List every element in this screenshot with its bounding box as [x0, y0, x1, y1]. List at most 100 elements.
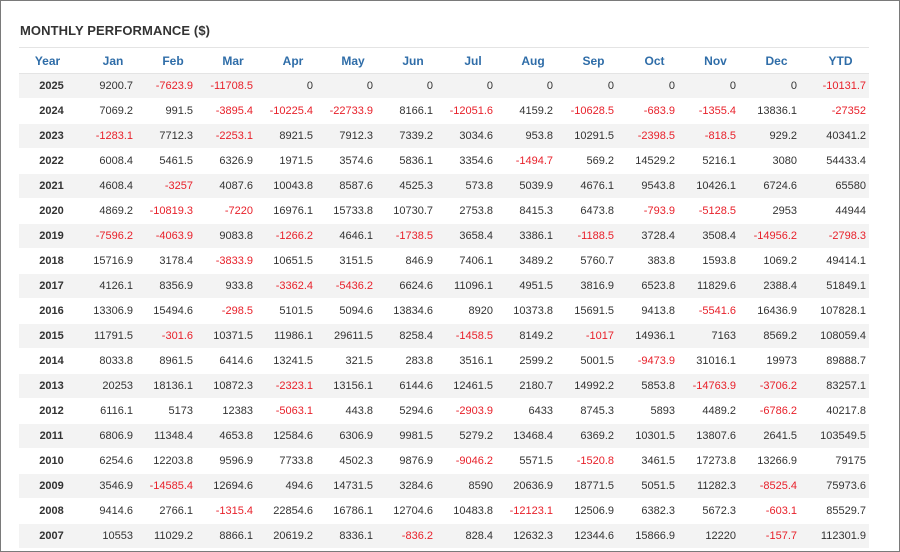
performance-panel: MONTHLY PERFORMANCE ($) Year Jan Feb Mar Apr…	[0, 0, 900, 552]
month-cell-aug: 4951.5	[496, 273, 556, 299]
month-cell-jul: 3658.4	[436, 223, 496, 249]
month-cell-jun: 3284.6	[376, 473, 436, 499]
month-cell-sep: 15691.5	[556, 298, 617, 324]
column-header-jun: Jun	[376, 47, 436, 74]
month-cell-may: -22733.9	[316, 98, 376, 124]
month-cell-may: 29611.5	[316, 323, 376, 349]
month-cell-mar: -2253.1	[196, 123, 256, 149]
month-cell-may: 0	[316, 73, 376, 99]
month-cell-jan: 4608.4	[76, 173, 136, 199]
month-cell-oct: 9543.8	[617, 173, 678, 199]
month-cell-nov: 11829.6	[678, 273, 739, 299]
table-row: 2024 7069.2 991.5 -3895.4 -10225.4 -22733.9 81…	[19, 98, 869, 124]
month-cell-oct: 3461.5	[617, 448, 678, 474]
month-cell-nov: 5672.3	[678, 498, 739, 524]
year-cell: 2023	[19, 123, 76, 149]
month-cell-jan: 7069.2	[76, 98, 136, 124]
month-cell-nov: 13807.6	[678, 423, 739, 449]
month-cell-sep: 5760.7	[556, 248, 617, 274]
column-header-apr: Apr	[256, 47, 316, 74]
ytd-cell: 54433.4	[800, 148, 869, 174]
ytd-cell: 40217.8	[800, 398, 869, 424]
month-cell-oct: 5853.8	[617, 373, 678, 399]
month-cell-feb: 18136.1	[136, 373, 196, 399]
month-cell-jan: 4869.2	[76, 198, 136, 224]
month-cell-feb: -7623.9	[136, 73, 196, 99]
month-cell-feb: 11348.4	[136, 423, 196, 449]
table-row: 2020 4869.2 -10819.3 -7220 16976.1 15733.8 107…	[19, 198, 869, 224]
month-cell-mar: 4087.6	[196, 173, 256, 199]
month-cell-sep: 18771.5	[556, 473, 617, 499]
month-cell-dec: 8569.2	[739, 323, 800, 349]
month-cell-may: 15733.8	[316, 198, 376, 224]
month-cell-sep: 0	[556, 73, 617, 99]
column-header-ytd: YTD	[800, 47, 869, 74]
month-cell-dec: -6786.2	[739, 398, 800, 424]
year-cell: 2015	[19, 323, 76, 349]
month-cell-nov: -1355.4	[678, 98, 739, 124]
month-cell-aug: 10373.8	[496, 298, 556, 324]
month-cell-jan: 9200.7	[76, 73, 136, 99]
year-cell: 2008	[19, 498, 76, 524]
ytd-cell: 75973.6	[800, 473, 869, 499]
month-cell-feb: -4063.9	[136, 223, 196, 249]
ytd-cell: 44944	[800, 198, 869, 224]
table-row: 2025 9200.7 -7623.9 -11708.5 0 0 0 0 0 0 0 0 0 -10131…	[19, 73, 869, 99]
year-cell: 2016	[19, 298, 76, 324]
month-cell-apr: -3362.4	[256, 273, 316, 299]
month-cell-apr: -1266.2	[256, 223, 316, 249]
year-cell: 2019	[19, 223, 76, 249]
ytd-cell: 83257.1	[800, 373, 869, 399]
month-cell-feb: 8356.9	[136, 273, 196, 299]
month-cell-jan: 10553	[76, 523, 136, 549]
monthly-performance-table: Year Jan Feb Mar Apr May Jun Jul Aug Sep Oct Nov Dec…	[19, 47, 869, 549]
table-row: 2021 4608.4 -3257 4087.6 10043.8 8587.6 4525.3…	[19, 173, 869, 199]
month-cell-jul: 2753.8	[436, 198, 496, 224]
month-cell-nov: 31016.1	[678, 348, 739, 374]
month-cell-jun: 9981.5	[376, 423, 436, 449]
month-cell-apr: -5063.1	[256, 398, 316, 424]
month-cell-may: 4502.3	[316, 448, 376, 474]
month-cell-jun: 8166.1	[376, 98, 436, 124]
month-cell-aug: 2599.2	[496, 348, 556, 374]
ytd-cell: 108059.4	[800, 323, 869, 349]
column-header-jan: Jan	[76, 47, 136, 74]
month-cell-apr: 22854.6	[256, 498, 316, 524]
month-cell-nov: 12220	[678, 523, 739, 549]
month-cell-jul: 3034.6	[436, 123, 496, 149]
ytd-cell: 112301.9	[800, 523, 869, 549]
month-cell-may: 4646.1	[316, 223, 376, 249]
month-cell-jan: 4126.1	[76, 273, 136, 299]
month-cell-sep: -10628.5	[556, 98, 617, 124]
column-header-feb: Feb	[136, 47, 196, 74]
month-cell-apr: 13241.5	[256, 348, 316, 374]
month-cell-sep: 4676.1	[556, 173, 617, 199]
month-cell-jan: 6116.1	[76, 398, 136, 424]
month-cell-jul: -2903.9	[436, 398, 496, 424]
month-cell-nov: 3508.4	[678, 223, 739, 249]
month-cell-aug: 20636.9	[496, 473, 556, 499]
month-cell-apr: 10651.5	[256, 248, 316, 274]
month-cell-aug: 0	[496, 73, 556, 99]
column-header-jul: Jul	[436, 47, 496, 74]
year-cell: 2012	[19, 398, 76, 424]
month-cell-feb: 7712.3	[136, 123, 196, 149]
ytd-cell: 89888.7	[800, 348, 869, 374]
month-cell-jan: 20253	[76, 373, 136, 399]
month-cell-feb: 15494.6	[136, 298, 196, 324]
month-cell-nov: 1593.8	[678, 248, 739, 274]
table-row: 2011 6806.9 11348.4 4653.8 12584.6 6306.9 9981…	[19, 423, 869, 449]
month-cell-sep: 10291.5	[556, 123, 617, 149]
month-cell-apr: 12584.6	[256, 423, 316, 449]
month-cell-mar: 10872.3	[196, 373, 256, 399]
month-cell-sep: 12506.9	[556, 498, 617, 524]
month-cell-mar: 10371.5	[196, 323, 256, 349]
month-cell-may: 3151.5	[316, 248, 376, 274]
month-cell-nov: 17273.8	[678, 448, 739, 474]
column-header-may: May	[316, 47, 376, 74]
month-cell-jun: 8258.4	[376, 323, 436, 349]
table-row: 2010 6254.6 12203.8 9596.9 7733.8 4502.3 9876.…	[19, 448, 869, 474]
month-cell-sep: -1520.8	[556, 448, 617, 474]
month-cell-nov: -5128.5	[678, 198, 739, 224]
month-cell-feb: -3257	[136, 173, 196, 199]
